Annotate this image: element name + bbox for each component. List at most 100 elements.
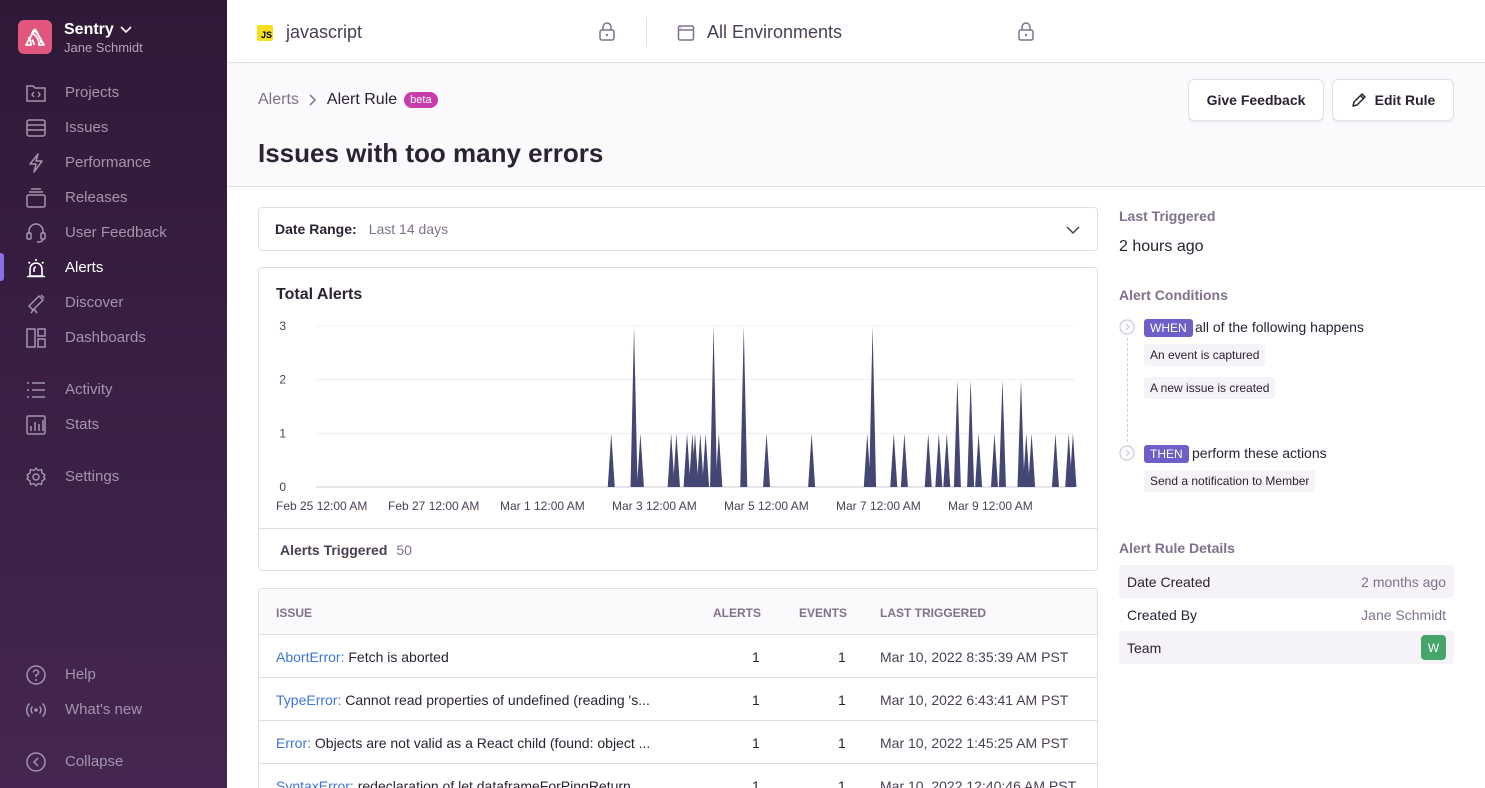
- table-row[interactable]: SyntaxError: redeclaration of let datafr…: [259, 764, 1097, 788]
- issue-type-link[interactable]: AbortError:: [276, 649, 344, 665]
- sidebar-item-label: Issues: [65, 119, 109, 136]
- environment-name: All Environments: [707, 22, 843, 42]
- sidebar-item-projects[interactable]: Projects: [0, 77, 227, 107]
- col-events: EVENTS: [799, 606, 848, 620]
- issue-type-link[interactable]: Error:: [276, 735, 311, 751]
- table-row[interactable]: TypeError: Cannot read properties of und…: [259, 678, 1097, 721]
- sidebar-item-label: Releases: [65, 189, 128, 206]
- last-triggered-value: 2 hours ago: [1119, 238, 1204, 255]
- alert-spike: [935, 433, 943, 487]
- breadcrumb: Alerts Alert Rule beta: [258, 91, 438, 109]
- sidebar-item-label: Stats: [65, 416, 100, 433]
- stats-icon: [26, 415, 46, 435]
- sidebar-item-performance[interactable]: Performance: [0, 147, 227, 177]
- sidebar-item-help[interactable]: Help: [0, 659, 227, 689]
- sidebar-item-alerts[interactable]: Alerts: [0, 252, 227, 282]
- x-tick-label: Mar 7 12:00 AM: [836, 499, 921, 513]
- issue-type-link[interactable]: SyntaxError:: [276, 778, 354, 788]
- sidebar-item-label: Help: [65, 666, 96, 683]
- col-issue: ISSUE: [276, 606, 313, 620]
- sidebar-item-stats[interactable]: Stats: [0, 409, 227, 439]
- issue-cell[interactable]: AbortError: Fetch is aborted: [276, 649, 676, 665]
- alert-spike: [924, 433, 932, 487]
- alert-spike: [740, 326, 748, 487]
- sidebar-item-releases[interactable]: Releases: [0, 182, 227, 212]
- y-tick-label: 2: [279, 373, 286, 387]
- environment-selector[interactable]: All Environments: [677, 22, 842, 43]
- page-title: Issues with too many errors: [258, 138, 604, 168]
- detail-key: Date Created: [1127, 574, 1211, 590]
- edit-rule-button[interactable]: Edit Rule: [1332, 79, 1454, 121]
- javascript-platform-icon: JS: [257, 24, 273, 41]
- give-feedback-label: Give Feedback: [1206, 92, 1306, 108]
- triggered-issues-table: ISSUE ALERTS EVENTS LAST TRIGGERED Abort…: [258, 588, 1098, 788]
- breadcrumb-alerts[interactable]: Alerts: [258, 91, 299, 109]
- x-tick-label: Mar 9 12:00 AM: [948, 499, 1033, 513]
- activity-icon: [27, 382, 45, 398]
- user-feedback-icon: [26, 223, 46, 243]
- condition-item: A new issue is created: [1144, 377, 1276, 399]
- sidebar-item-dashboards[interactable]: Dashboards: [0, 322, 227, 352]
- sidebar-item-settings[interactable]: Settings: [0, 461, 227, 491]
- alert-spike: [607, 433, 615, 487]
- org-switcher[interactable]: Sentry Jane Schmidt: [18, 20, 143, 56]
- issue-message: Cannot read properties of undefined (rea…: [345, 692, 650, 708]
- projects-icon: [26, 85, 46, 102]
- conditions-connector: [1127, 338, 1128, 442]
- y-tick-label: 3: [279, 319, 286, 333]
- col-last-triggered: LAST TRIGGERED: [880, 606, 987, 620]
- sidebar-item-issues[interactable]: Issues: [0, 112, 227, 142]
- x-tick-label: Mar 3 12:00 AM: [612, 499, 697, 513]
- page-header: Alerts Alert Rule beta Issues with too m…: [227, 63, 1485, 187]
- chevron-circle-icon: [1119, 445, 1135, 461]
- team-avatar[interactable]: W: [1421, 635, 1446, 660]
- table-row[interactable]: Error: Objects are not valid as a React …: [259, 721, 1097, 764]
- last-triggered: Mar 10, 2022 12:40:46 AM PST: [880, 778, 1077, 788]
- give-feedback-button[interactable]: Give Feedback: [1188, 79, 1324, 121]
- sidebar-item-label: Projects: [65, 84, 120, 101]
- issue-cell[interactable]: TypeError: Cannot read properties of und…: [276, 692, 676, 708]
- alert-rule-details-heading: Alert Rule Details: [1119, 540, 1235, 556]
- project-selector[interactable]: JS javascript: [257, 22, 362, 43]
- when-tag: WHEN: [1144, 319, 1193, 337]
- edit-rule-label: Edit Rule: [1374, 92, 1436, 108]
- table-row[interactable]: AbortError: Fetch is aborted 1 1 Mar 10,…: [259, 635, 1097, 678]
- last-triggered: Mar 10, 2022 8:35:39 AM PST: [880, 649, 1069, 665]
- x-tick-label: Feb 27 12:00 AM: [388, 499, 479, 513]
- beta-badge: beta: [404, 92, 438, 108]
- action-item: Send a notification to Member: [1144, 470, 1316, 492]
- alert-spike: [672, 433, 680, 487]
- y-tick-label: 1: [279, 426, 286, 440]
- sidebar-item-label: Alerts: [65, 259, 104, 276]
- sidebar-item-user-feedback[interactable]: User Feedback: [0, 217, 227, 247]
- detail-value: Jane Schmidt: [1361, 607, 1446, 623]
- alert-spike: [630, 326, 638, 487]
- global-header: JS javascript All Environments: [227, 0, 1485, 63]
- sidebar-collapse[interactable]: Collapse: [0, 746, 227, 776]
- col-alerts: ALERTS: [713, 606, 761, 620]
- sidebar-item-label: User Feedback: [65, 224, 167, 241]
- events-count: 1: [838, 649, 846, 665]
- alert-spike: [808, 433, 816, 487]
- alerts-count: 1: [752, 692, 760, 708]
- issue-type-link[interactable]: TypeError:: [276, 692, 341, 708]
- alert-spike: [1069, 433, 1077, 487]
- detail-row-date-created: Date Created 2 months ago: [1119, 565, 1454, 598]
- sidebar-item-whats-new[interactable]: What's new: [0, 694, 227, 724]
- issue-cell[interactable]: Error: Objects are not valid as a React …: [276, 735, 676, 751]
- alerts-triggered-label: Alerts Triggered: [280, 542, 388, 558]
- alerts-icon: [27, 259, 45, 278]
- last-triggered: Mar 10, 2022 1:45:25 AM PST: [880, 735, 1069, 751]
- detail-value: 2 months ago: [1361, 574, 1446, 590]
- settings-icon: [26, 467, 46, 487]
- sidebar-item-label: Discover: [65, 294, 124, 311]
- alert-spike: [990, 433, 998, 487]
- date-range-dropdown[interactable]: Date Range: Last 14 days: [258, 207, 1098, 251]
- then-text: perform these actions: [1192, 445, 1327, 461]
- dashboards-icon: [26, 328, 46, 348]
- issue-cell[interactable]: SyntaxError: redeclaration of let datafr…: [276, 778, 676, 788]
- broadcast-icon: [25, 702, 47, 718]
- issue-message: Fetch is aborted: [348, 649, 449, 665]
- sidebar-item-discover[interactable]: Discover: [0, 287, 227, 317]
- sidebar-item-activity[interactable]: Activity: [0, 374, 227, 404]
